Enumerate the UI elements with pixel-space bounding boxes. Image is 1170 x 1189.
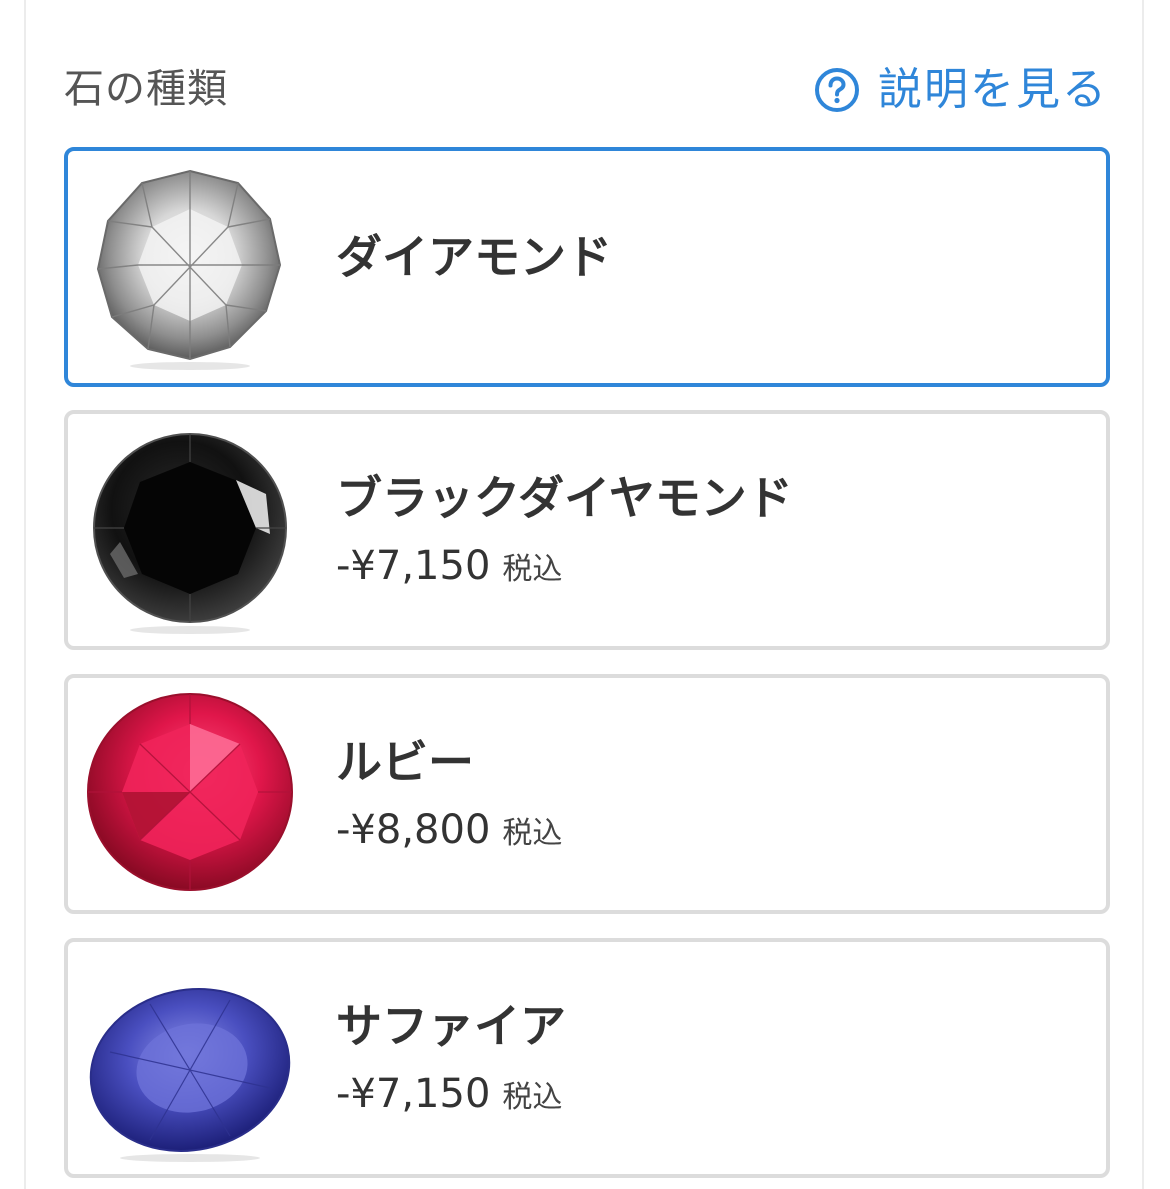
- stone-type-selector: 石の種類 説明を見る ダイアモンド ブラックダイヤモンド -¥7,150 税込 …: [0, 0, 1170, 1189]
- sapphire-gem-image: [80, 952, 300, 1164]
- section-header: 石の種類 説明を見る: [64, 56, 1108, 126]
- tax-label: 税込: [502, 552, 563, 587]
- stone-name: ブラックダイヤモンド: [336, 471, 793, 525]
- stone-price: -¥8,800 税込: [336, 804, 562, 864]
- stone-price: -¥7,150 税込: [336, 1068, 562, 1128]
- question-circle-icon: [814, 67, 860, 113]
- stone-price: -¥7,150 税込: [336, 540, 562, 600]
- stone-name: サファイア: [336, 999, 566, 1053]
- price-amount: -¥7,150: [336, 1071, 491, 1117]
- right-divider: [1142, 0, 1144, 1189]
- stone-name: ルビー: [336, 735, 474, 789]
- tax-label: 税込: [502, 1080, 563, 1115]
- tax-label: 税込: [502, 816, 563, 851]
- stone-option-ruby[interactable]: ルビー -¥8,800 税込: [64, 674, 1110, 914]
- help-link[interactable]: 説明を見る: [814, 60, 1108, 120]
- section-title: 石の種類: [64, 66, 228, 112]
- ruby-gem-image: [80, 688, 300, 900]
- black-diamond-gem-image: [80, 424, 300, 636]
- stone-option-sapphire[interactable]: サファイア -¥7,150 税込: [64, 938, 1110, 1178]
- price-amount: -¥7,150: [336, 543, 491, 589]
- diamond-gem-image: [80, 161, 300, 373]
- stone-option-black-diamond[interactable]: ブラックダイヤモンド -¥7,150 税込: [64, 410, 1110, 650]
- help-link-label: 説明を見る: [878, 64, 1108, 115]
- stone-option-diamond[interactable]: ダイアモンド: [64, 147, 1110, 387]
- left-divider: [24, 0, 26, 1189]
- stone-name: ダイアモンド: [336, 230, 612, 284]
- price-amount: -¥8,800: [336, 807, 491, 853]
